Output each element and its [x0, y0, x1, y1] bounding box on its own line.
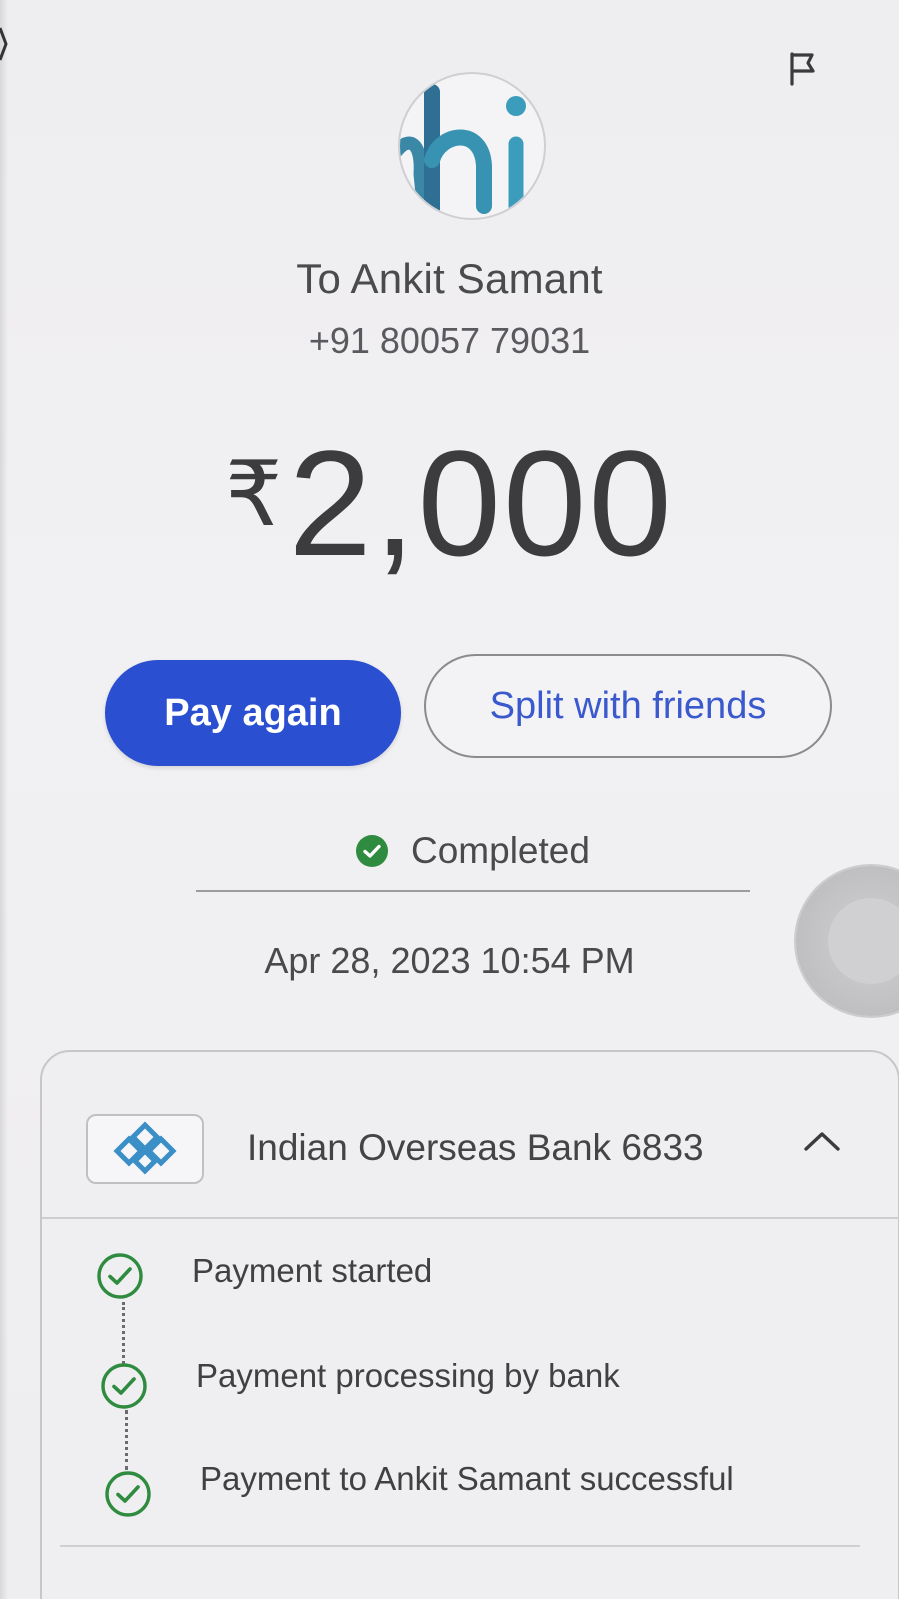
payment-amount: ₹2,000 — [0, 420, 899, 578]
timeline-step-label: Payment to Ankit Samant successful — [200, 1460, 734, 1497]
recipient-name: To Ankit Samant — [296, 255, 603, 302]
timeline-step — [96, 1252, 144, 1300]
report-flag-button[interactable] — [780, 46, 824, 90]
timeline-connector — [122, 1302, 125, 1364]
recipient-avatar — [398, 72, 546, 220]
amount-value: 2,000 — [288, 419, 674, 587]
payment-status: Completed — [355, 830, 590, 872]
timeline-step-label: Payment processing by bank — [196, 1357, 620, 1394]
floating-assist-button[interactable] — [796, 866, 899, 1016]
check-circle-outline-icon — [105, 1471, 151, 1517]
timeline-connector — [125, 1410, 128, 1470]
back-edge-icon[interactable] — [0, 24, 8, 66]
flag-icon — [790, 52, 815, 86]
timeline-step-label: Payment started — [192, 1252, 433, 1289]
recipient-phone: +91 80057 79031 — [308, 320, 591, 361]
payment-details-screen: To Ankit Samant +91 80057 79031 ₹2,000 P… — [0, 0, 899, 1599]
screen-edge — [0, 0, 8, 1599]
avatar-logo-icon — [400, 84, 526, 218]
pay-again-button[interactable]: Pay again — [105, 660, 401, 766]
currency-symbol: ₹ — [225, 445, 285, 545]
check-circle-outline-icon — [97, 1253, 143, 1299]
transaction-datetime: Apr 28, 2023 10:54 PM — [264, 940, 635, 981]
split-with-friends-button[interactable]: Split with friends — [424, 654, 832, 758]
payment-timeline: Payment started Payment processing by ba… — [42, 1052, 899, 1599]
timeline-step — [104, 1470, 152, 1518]
status-text: Completed — [411, 830, 590, 871]
check-circle-icon — [356, 835, 388, 867]
check-circle-outline-icon — [101, 1363, 147, 1409]
bank-details-card: Indian Overseas Bank 6833 Payment starte… — [40, 1050, 899, 1599]
status-divider — [196, 890, 750, 892]
floating-assist-inner — [828, 898, 899, 984]
card-bottom-divider — [60, 1545, 860, 1547]
timeline-step — [100, 1362, 148, 1410]
